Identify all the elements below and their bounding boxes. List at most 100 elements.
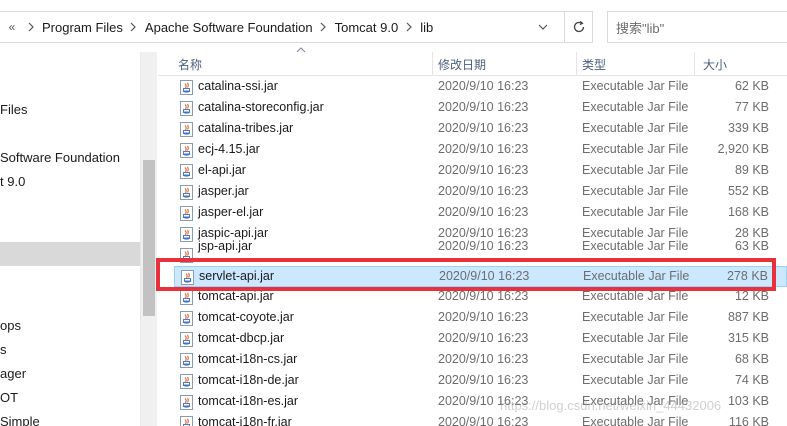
jar-file-icon [180, 101, 193, 116]
file-name: ecj-4.15.jar [198, 142, 260, 156]
breadcrumb-apache-software-foundation[interactable]: Apache Software Foundation [141, 20, 317, 35]
file-type: Executable Jar File [582, 310, 689, 324]
file-row[interactable]: catalina-ssi.jar 2020/9/10 16:23 Executa… [174, 77, 787, 98]
file-date: 2020/9/10 16:23 [438, 239, 529, 253]
file-size: 339 KB [727, 121, 769, 135]
file-date: 2020/9/10 16:23 [438, 142, 529, 156]
file-size: 887 KB [727, 310, 769, 324]
file-row[interactable]: ecj-4.15.jar 2020/9/10 16:23 Executable … [174, 140, 787, 161]
nav-item-manager[interactable]: ager [0, 365, 26, 383]
breadcrumb-tomcat[interactable]: Tomcat 9.0 [331, 20, 403, 35]
nav-scrollbar[interactable] [140, 52, 157, 426]
file-name: jasper-el.jar [198, 205, 264, 219]
file-name: el-api.jar [198, 163, 246, 177]
jar-file-icon [180, 206, 193, 221]
file-row[interactable]: tomcat-api.jar 2020/9/10 16:23 Executabl… [174, 287, 787, 308]
file-date: 2020/9/10 16:23 [438, 373, 529, 387]
file-row[interactable]: tomcat-dbcp.jar 2020/9/10 16:23 Executab… [174, 329, 787, 350]
file-date: 2020/9/10 16:23 [438, 184, 529, 198]
nav-scrollbar-thumb[interactable] [143, 160, 155, 316]
file-row[interactable]: jsp-api.jar 2020/9/10 16:23 Executable J… [174, 239, 787, 266]
nav-item-program-files[interactable]: Files [0, 101, 27, 119]
nav-item-apps[interactable]: ops [0, 317, 21, 335]
file-type: Executable Jar File [582, 100, 689, 114]
file-row[interactable]: servlet-api.jar 2020/9/10 16:23 Executab… [174, 266, 787, 287]
breadcrumb-overflow-button[interactable]: « [0, 20, 24, 34]
file-date: 2020/9/10 16:23 [438, 163, 529, 177]
file-name: jasper.jar [198, 184, 249, 198]
jar-file-icon [180, 143, 193, 158]
column-header-row: 名称 修改日期 类型 大小 [158, 47, 787, 76]
nav-item-apache-software-foundation[interactable]: Software Foundation [0, 149, 120, 167]
file-type: Executable Jar File [582, 184, 689, 198]
file-type: Executable Jar File [582, 142, 689, 156]
chevron-right-icon[interactable] [24, 22, 38, 32]
file-row[interactable]: tomcat-coyote.jar 2020/9/10 16:23 Execut… [174, 308, 787, 329]
address-bar[interactable]: « Program Files Apache Software Foundati… [0, 11, 565, 43]
file-size: 315 KB [727, 331, 769, 345]
jar-file-icon [180, 185, 193, 200]
column-divider[interactable] [576, 52, 577, 76]
file-type: Executable Jar File [582, 205, 689, 219]
column-header-name[interactable]: 名称 [178, 56, 202, 73]
file-size: 89 KB [734, 163, 769, 177]
file-date: 2020/9/10 16:23 [438, 352, 529, 366]
file-type: Executable Jar File [582, 352, 689, 366]
file-size: 116 KB [728, 415, 769, 426]
file-type: Executable Jar File [582, 163, 689, 177]
nav-item-s[interactable]: s [0, 341, 7, 359]
chevron-down-icon[interactable] [528, 11, 558, 43]
file-row[interactable]: el-api.jar 2020/9/10 16:23 Executable Ja… [174, 161, 787, 182]
file-row[interactable]: catalina-storeconfig.jar 2020/9/10 16:23… [174, 98, 787, 119]
column-header-size[interactable]: 大小 [703, 56, 727, 73]
file-size: 278 KB [726, 269, 768, 283]
nav-item-root[interactable]: OT [0, 389, 18, 407]
column-header-type[interactable]: 类型 [582, 56, 606, 73]
file-type: Executable Jar File [582, 373, 689, 387]
file-row[interactable]: jasper-el.jar 2020/9/10 16:23 Executable… [174, 203, 787, 224]
breadcrumb-program-files[interactable]: Program Files [38, 20, 127, 35]
file-name: servlet-api.jar [199, 269, 275, 283]
file-name: catalina-ssi.jar [198, 79, 278, 93]
file-name: tomcat-i18n-de.jar [198, 373, 299, 387]
jar-file-icon [180, 332, 193, 347]
chevron-right-icon[interactable] [402, 22, 416, 32]
file-size: 552 KB [727, 184, 769, 198]
nav-item-tomcat[interactable]: t 9.0 [0, 173, 25, 191]
chevron-right-icon[interactable] [127, 22, 141, 32]
file-size: 168 KB [727, 205, 769, 219]
file-row[interactable]: tomcat-i18n-fr.jar 2020/9/10 16:23 Execu… [174, 413, 787, 426]
file-size: 103 KB [727, 394, 769, 408]
file-name: catalina-storeconfig.jar [198, 100, 324, 114]
file-row[interactable]: tomcat-i18n-de.jar 2020/9/10 16:23 Execu… [174, 371, 787, 392]
file-size: 63 KB [734, 239, 769, 253]
column-header-date[interactable]: 修改日期 [438, 56, 486, 73]
file-name: tomcat-i18n-es.jar [198, 394, 299, 408]
file-date: 2020/9/10 16:23 [438, 289, 529, 303]
file-size: 68 KB [734, 352, 769, 366]
jar-file-icon [180, 80, 193, 95]
file-row[interactable]: jasper.jar 2020/9/10 16:23 Executable Ja… [174, 182, 787, 203]
file-type: Executable Jar File [582, 289, 689, 303]
file-row[interactable]: tomcat-i18n-cs.jar 2020/9/10 16:23 Execu… [174, 350, 787, 371]
nav-item-simple[interactable]: Simple [0, 413, 40, 426]
search-input[interactable]: 搜索"lib" [607, 11, 787, 43]
file-name: catalina-tribes.jar [198, 121, 294, 135]
column-divider[interactable] [694, 52, 695, 76]
sort-ascending-icon [296, 47, 306, 53]
file-list: 名称 修改日期 类型 大小 catalina-ssi.jar 2020/9/10… [158, 47, 787, 426]
jar-file-icon [180, 311, 193, 326]
navigation-pane: Files Software Foundation t 9.0 ops s ag… [0, 52, 140, 426]
file-date: 2020/9/10 16:23 [438, 331, 529, 345]
chevron-right-icon[interactable] [317, 22, 331, 32]
jar-file-icon [180, 353, 193, 368]
file-row[interactable]: catalina-tribes.jar 2020/9/10 16:23 Exec… [174, 119, 787, 140]
jar-file-icon [180, 416, 193, 426]
breadcrumb-lib[interactable]: lib [416, 20, 437, 35]
column-divider[interactable] [432, 52, 433, 76]
file-date: 2020/9/10 16:23 [439, 269, 530, 283]
file-date: 2020/9/10 16:23 [438, 226, 529, 240]
refresh-button[interactable] [565, 11, 593, 43]
file-date: 2020/9/10 16:23 [438, 205, 529, 219]
file-name: tomcat-i18n-fr.jar [198, 415, 292, 426]
